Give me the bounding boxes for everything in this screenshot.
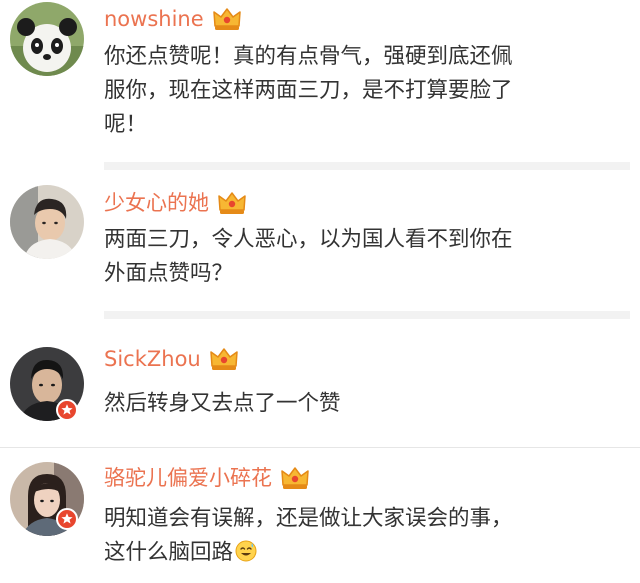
avatar-shaonvxin[interactable] [10,185,84,259]
comment-text: 明知道会有误解，还是做让大家误会的事， 这什么脑回路 [104,502,630,570]
comment-line-text: 这什么脑回路 [104,540,234,565]
user-row: 少女心的她 [104,187,247,219]
crown-icon [209,346,239,372]
comment-text: 然后转身又去点了一个赞 [104,387,630,421]
user-row: 骆驼儿偏爱小碎花 [104,462,310,494]
user-row: nowshine [104,3,242,35]
verified-star-icon [56,508,78,530]
comment-line: 然后转身又去点了一个赞 [104,391,341,416]
comment-item: 骆驼儿偏爱小碎花 明知道会有误解，还是做让大家误会的事， 这什么脑回路 [0,450,640,583]
user-row: SickZhou [104,343,239,375]
comment-line: 呢！ [104,112,148,137]
username[interactable]: SickZhou [104,343,201,375]
comment-line: 这什么脑回路 [104,536,630,570]
verified-star-icon [56,399,78,421]
comment-feed: nowshine 你还点赞呢！真的有点骨气，强硬到底还佩 服你，现在这样两面三刀… [0,0,640,583]
comment-item: 少女心的她 两面三刀，令人恶心，以为国人看不到你在 外面点赞吗？ [0,175,640,335]
crown-icon [217,190,247,216]
comment-line: 明知道会有误解，还是做让大家误会的事， [104,506,513,531]
comment-line: 服你，现在这样两面三刀，是不打算要脸了 [104,78,513,103]
crown-icon [212,6,242,32]
divider [104,162,630,170]
comment-text: 两面三刀，令人恶心，以为国人看不到你在 外面点赞吗？ [104,223,630,291]
comment-item: nowshine 你还点赞呢！真的有点骨气，强硬到底还佩 服你，现在这样两面三刀… [0,0,640,175]
sweat-smile-emoji-icon [235,540,257,562]
comment-line: 两面三刀，令人恶心，以为国人看不到你在 [104,227,513,252]
comment-item: SickZhou 然后转身又去点了一个赞 [0,335,640,450]
comment-line: 外面点赞吗？ [104,261,234,286]
panda-avatar-icon [10,2,84,76]
username[interactable]: nowshine [104,3,204,35]
divider [0,447,640,448]
crown-icon [280,465,310,491]
comment-text: 你还点赞呢！真的有点骨气，强硬到底还佩 服你，现在这样两面三刀，是不打算要脸了 … [104,40,630,142]
username[interactable]: 少女心的她 [104,187,209,219]
avatar-nowshine[interactable] [10,2,84,76]
divider [104,311,630,319]
person-avatar-icon [10,185,84,259]
comment-line: 你还点赞呢！真的有点骨气，强硬到底还佩 [104,44,513,69]
username[interactable]: 骆驼儿偏爱小碎花 [104,462,272,494]
